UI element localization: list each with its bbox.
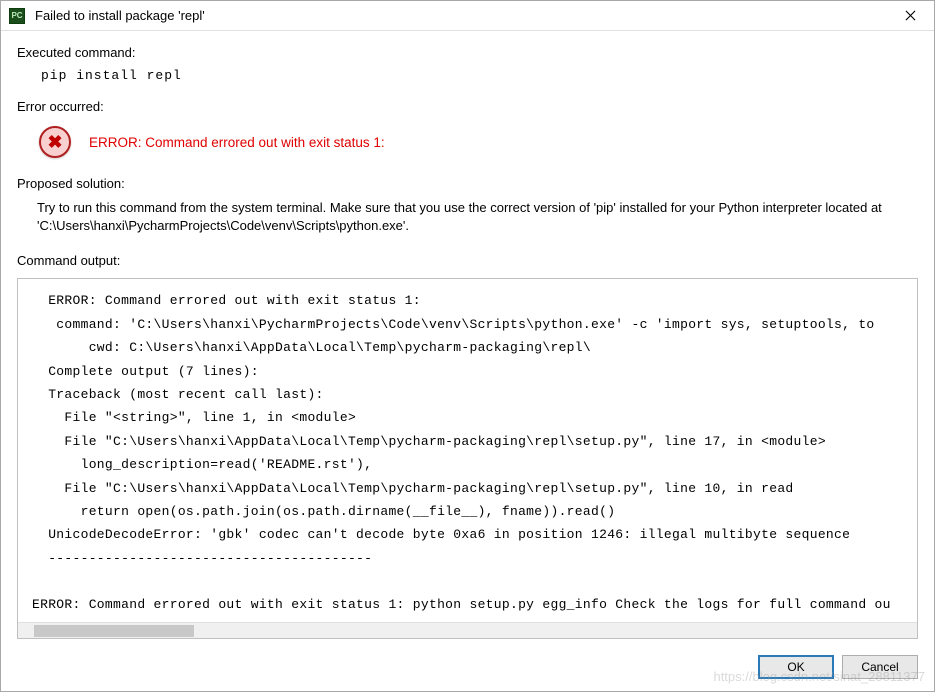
error-icon: ✖ [39,126,71,158]
ok-button[interactable]: OK [758,655,834,679]
error-occurred-label: Error occurred: [17,99,918,114]
button-row: OK Cancel [1,645,934,691]
error-x-icon: ✖ [47,132,62,153]
proposed-solution-label: Proposed solution: [17,176,918,191]
executed-command-text: pip install repl [17,68,918,83]
close-button[interactable] [890,2,930,30]
command-output-box[interactable]: ERROR: Command errored out with exit sta… [17,278,918,639]
titlebar: PC Failed to install package 'repl' [1,1,934,31]
dialog-title: Failed to install package 'repl' [35,8,890,23]
executed-command-label: Executed command: [17,45,918,60]
horizontal-scrollbar[interactable] [18,622,917,638]
command-output-label: Command output: [17,253,918,268]
dialog-window: PC Failed to install package 'repl' Exec… [0,0,935,692]
cancel-button[interactable]: Cancel [842,655,918,679]
dialog-content: Executed command: pip install repl Error… [1,31,934,645]
error-row: ✖ ERROR: Command errored out with exit s… [17,126,918,158]
command-output-text: ERROR: Command errored out with exit sta… [32,289,915,616]
scrollbar-thumb[interactable] [34,625,194,637]
proposed-solution-text: Try to run this command from the system … [17,199,918,235]
pycharm-icon: PC [9,8,25,24]
error-message: ERROR: Command errored out with exit sta… [89,135,385,150]
close-icon [905,10,916,21]
